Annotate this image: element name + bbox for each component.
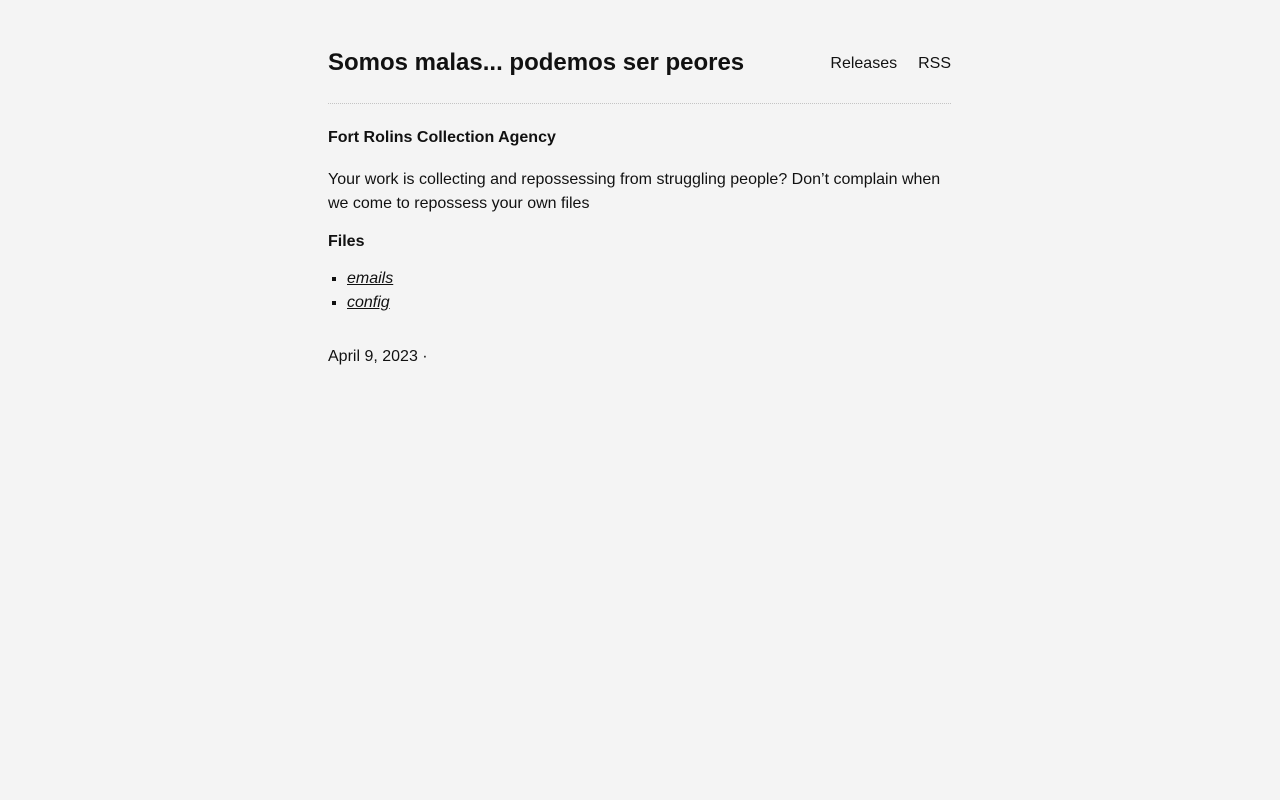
post-content: Fort Rolins Collection Agency Your work … <box>328 128 951 366</box>
list-item: config <box>347 291 951 315</box>
files-heading: Files <box>328 233 365 250</box>
site-header: Somos malas... podemos ser peores Releas… <box>328 0 951 104</box>
file-link-config[interactable]: config <box>347 294 390 311</box>
meta-separator: · <box>422 348 428 365</box>
post-title: Fort Rolins Collection Agency <box>328 129 556 146</box>
page-container: Somos malas... podemos ser peores Releas… <box>328 0 951 366</box>
post-meta: April 9, 2023 · <box>328 347 951 366</box>
nav-link-rss[interactable]: RSS <box>918 54 951 73</box>
site-title-link[interactable]: Somos malas... podemos ser peores <box>328 48 744 78</box>
nav-link-releases[interactable]: Releases <box>830 54 897 73</box>
file-link-emails[interactable]: emails <box>347 270 393 287</box>
post-date: April 9, 2023 <box>328 348 418 365</box>
post-body: Your work is collecting and repossessing… <box>328 171 941 212</box>
files-list: emails config <box>328 267 951 315</box>
list-item: emails <box>347 267 951 291</box>
main-nav: Releases RSS <box>830 54 951 73</box>
